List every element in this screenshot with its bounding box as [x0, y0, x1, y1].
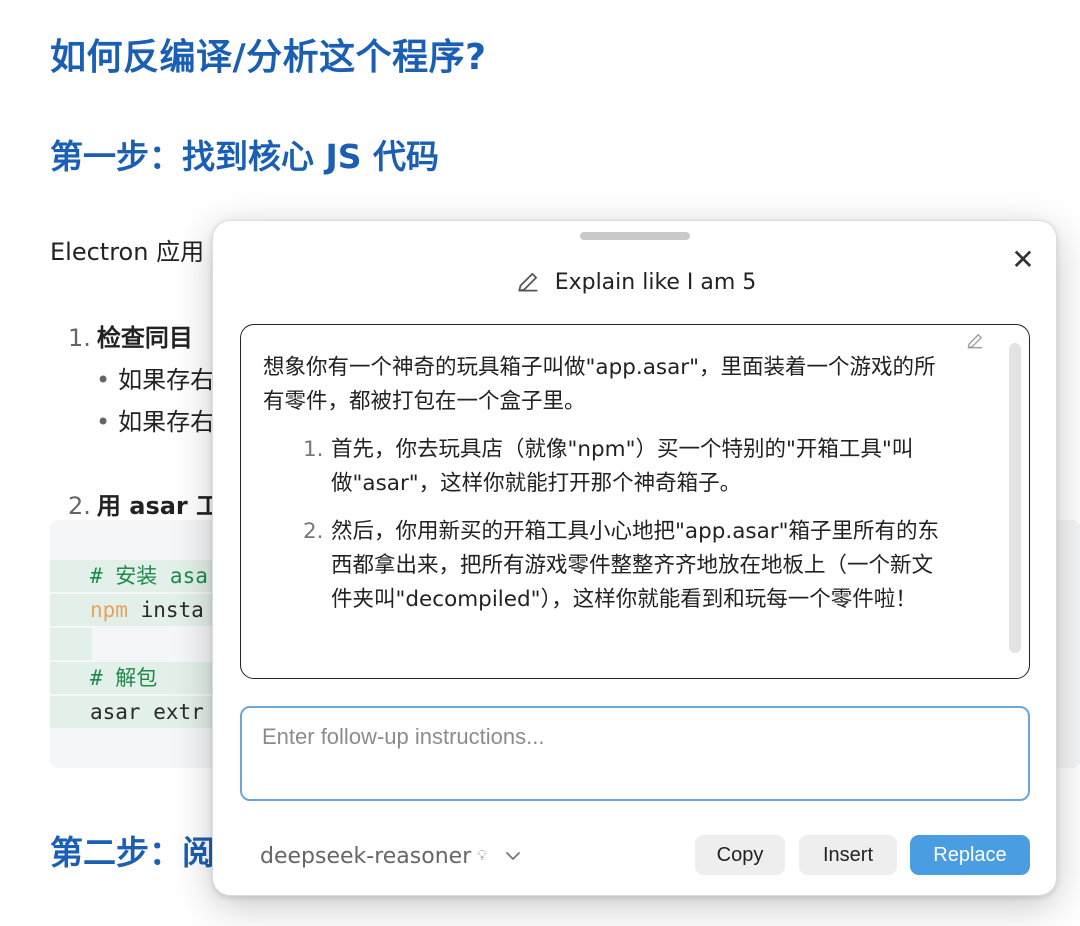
code-comment: # 解包 [90, 666, 158, 690]
intro-text: Electron 应用 [50, 238, 205, 266]
list-number: 1. [68, 324, 91, 352]
result-list: 1. 首先，你去玩具店（就像"npm"）买一个特别的"开箱工具"叫做"asar"，… [303, 433, 953, 617]
popup-header: Explain like I am 5 [213, 265, 1058, 299]
list-item: 1. 首先，你去玩具店（就像"npm"）买一个特别的"开箱工具"叫做"asar"，… [303, 433, 953, 501]
list-number: 2. [68, 492, 91, 520]
result-paragraph: 想象你有一个神奇的玩具箱子叫做"app.asar"，里面装着一个游戏的所有零件，… [263, 355, 936, 414]
list-item: 2. 然后，你用新买的开箱工具小心地把"app.asar"箱子里所有的东西都拿出来… [303, 515, 953, 617]
result-panel: 想象你有一个神奇的玩具箱子叫做"app.asar"，里面装着一个游戏的所有零件，… [240, 324, 1030, 679]
lightbulb-icon: 💡︎ [477, 848, 488, 864]
action-bar: deepseek-reasoner 💡︎ Copy Insert Replace [213, 835, 1058, 877]
model-selector[interactable]: deepseek-reasoner 💡︎ [260, 835, 523, 877]
code-command: npm [90, 598, 128, 622]
code-line [50, 628, 92, 660]
page-title: 如何反编译/分析这个程序? [50, 37, 487, 78]
bullet-item: 如果存右 [96, 402, 214, 437]
list-text: 首先，你去玩具店（就像"npm"）买一个特别的"开箱工具"叫做"asar"，这样… [331, 437, 914, 496]
insert-button[interactable]: Insert [799, 835, 897, 875]
step1-heading: 第一步：找到核心 JS 代码 [50, 137, 440, 176]
pencil-icon [518, 273, 538, 292]
scrollbar[interactable] [1009, 343, 1021, 653]
step2-heading: 第二步：阅 [50, 833, 215, 872]
list-number: 1. [303, 437, 324, 462]
copy-button[interactable]: Copy [695, 835, 785, 875]
code-args: insta [127, 598, 204, 622]
chevron-down-icon [506, 852, 520, 860]
code-comment: # 安装 asa [90, 564, 208, 588]
list-item: 2. 用 asar 工 [68, 486, 220, 521]
bullet-item: 如果存右 [96, 360, 214, 395]
replace-button[interactable]: Replace [910, 835, 1030, 875]
code-text: asar extr [90, 700, 204, 724]
followup-input[interactable] [240, 706, 1030, 801]
edit-icon[interactable] [965, 331, 985, 351]
popup-title: Explain like I am 5 [554, 269, 757, 295]
result-text: 想象你有一个神奇的玩具箱子叫做"app.asar"，里面装着一个游戏的所有零件，… [263, 351, 953, 631]
list-label: 检查同目 [96, 324, 193, 352]
drag-handle[interactable] [580, 232, 690, 240]
model-name: deepseek-reasoner [260, 843, 472, 869]
list-text: 然后，你用新买的开箱工具小心地把"app.asar"箱子里所有的东西都拿出来，把… [331, 519, 939, 612]
ai-assistant-popup: ✕ Explain like I am 5 想象你有一个神奇的玩具箱子叫做"ap… [212, 220, 1057, 896]
list-label: 用 asar 工 [96, 492, 221, 520]
list-number: 2. [303, 519, 324, 544]
list-item: 1. 检查同目 [68, 318, 193, 353]
